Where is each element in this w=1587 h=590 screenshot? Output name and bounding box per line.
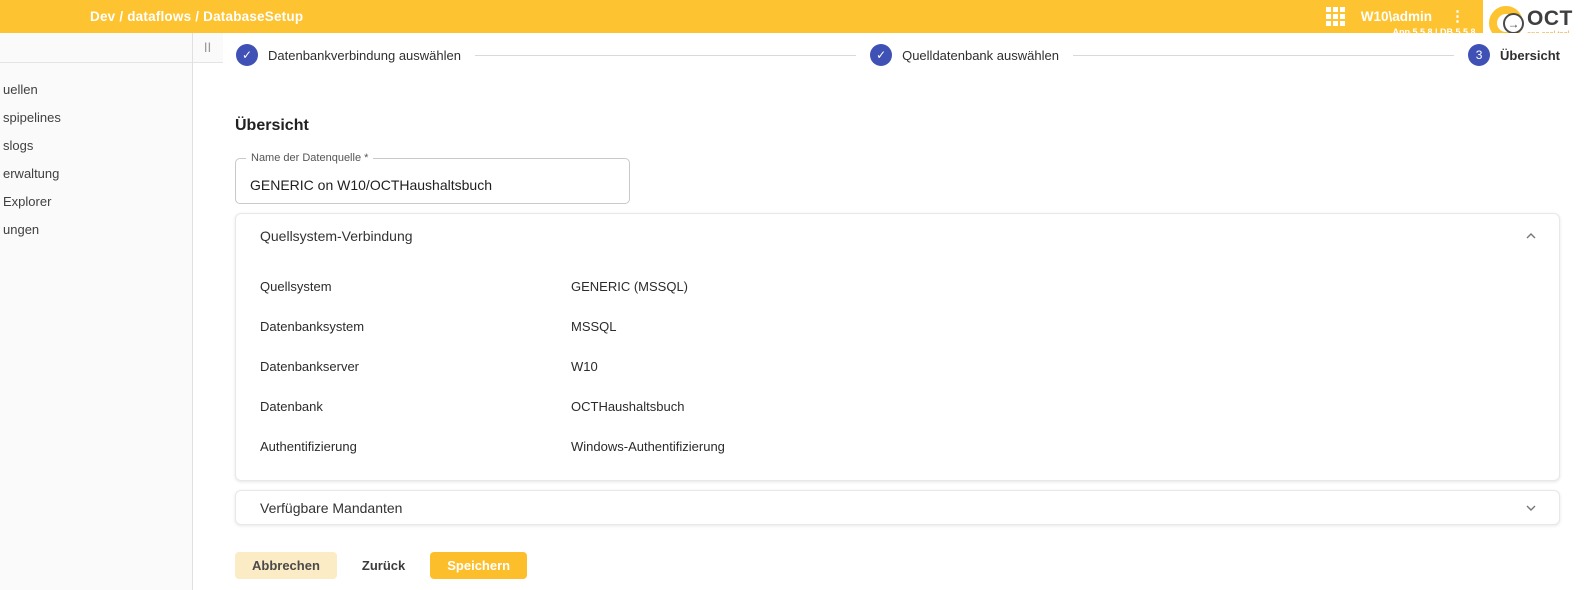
step-2-quelldatenbank[interactable]: ✓ Quelldatenbank auswählen <box>870 44 1059 66</box>
panel-mandanten-header[interactable]: Verfügbare Mandanten <box>236 491 1559 524</box>
detail-label: Datenbanksystem <box>260 319 571 334</box>
stepper-connector <box>475 55 856 56</box>
sidebar-item-einstellungen[interactable]: ungen <box>0 215 192 243</box>
action-buttons: Abbrechen Zurück Speichern <box>235 552 1560 579</box>
step-2-check-icon: ✓ <box>870 44 892 66</box>
datasource-name-input[interactable] <box>236 159 629 203</box>
arrow-right-icon: → <box>1503 13 1524 34</box>
page-title: Übersicht <box>235 117 1560 135</box>
top-bar: Dev / dataflows / DatabaseSetup W10\admi… <box>0 0 1587 33</box>
detail-value: OCTHaushaltsbuch <box>571 399 1535 414</box>
sidebar-item-explorer[interactable]: Explorer <box>0 187 192 215</box>
chevron-down-icon[interactable] <box>1525 502 1537 514</box>
apps-grid-icon[interactable] <box>1326 7 1345 26</box>
step-1-check-icon: ✓ <box>236 44 258 66</box>
panel-mandanten-title: Verfügbare Mandanten <box>260 500 402 516</box>
step-3-label: Übersicht <box>1500 48 1560 63</box>
detail-label: Quellsystem <box>260 279 571 294</box>
detail-label: Datenbankserver <box>260 359 571 374</box>
step-1-datenbankverbindung[interactable]: ✓ Datenbankverbindung auswählen <box>236 44 461 66</box>
sidebar-item-quellen[interactable]: uellen <box>0 75 192 103</box>
sidebar: || uellen spipelines slogs erwaltung Exp… <box>0 33 193 590</box>
detail-label: Datenbank <box>260 399 571 414</box>
detail-row: Quellsystem GENERIC (MSSQL) <box>260 266 1535 306</box>
detail-row: Datenbankserver W10 <box>260 346 1535 386</box>
panel-verfuegbare-mandanten: Verfügbare Mandanten <box>235 490 1560 525</box>
panel-quellsystem-verbindung: Quellsystem-Verbindung Quellsystem GENER… <box>235 213 1560 481</box>
datasource-name-field: Name der Datenquelle * <box>235 158 630 204</box>
back-button[interactable]: Zurück <box>354 552 413 579</box>
sidebar-item-pipelines[interactable]: spipelines <box>0 103 192 131</box>
detail-row: Datenbanksystem MSSQL <box>260 306 1535 346</box>
resize-handle-icon: || <box>204 42 212 53</box>
detail-value: GENERIC (MSSQL) <box>571 279 1535 294</box>
breadcrumb[interactable]: Dev / dataflows / DatabaseSetup <box>90 9 303 24</box>
sidebar-item-verwaltung[interactable]: erwaltung <box>0 159 192 187</box>
panel-quellsystem-body: Quellsystem GENERIC (MSSQL) Datenbanksys… <box>236 258 1559 480</box>
chevron-up-icon[interactable] <box>1525 230 1537 242</box>
detail-row: Datenbank OCTHaushaltsbuch <box>260 386 1535 426</box>
save-button[interactable]: Speichern <box>430 552 527 579</box>
cancel-button[interactable]: Abbrechen <box>235 552 337 579</box>
panel-quellsystem-title: Quellsystem-Verbindung <box>260 228 413 244</box>
sidebar-item-logs[interactable]: slogs <box>0 131 192 159</box>
sidebar-resize-handle[interactable]: || <box>193 33 224 63</box>
detail-value: Windows-Authentifizierung <box>571 439 1535 454</box>
detail-value: W10 <box>571 359 1535 374</box>
detail-value: MSSQL <box>571 319 1535 334</box>
logo-text: OCT <box>1527 8 1573 29</box>
detail-label: Authentifizierung <box>260 439 571 454</box>
step-2-label: Quelldatenbank auswählen <box>902 48 1059 63</box>
sidebar-header <box>0 33 192 63</box>
stepper-connector <box>1073 55 1454 56</box>
main-content: Übersicht Name der Datenquelle * Quellsy… <box>224 77 1587 590</box>
step-1-label: Datenbankverbindung auswählen <box>268 48 461 63</box>
detail-row: Authentifizierung Windows-Authentifizier… <box>260 426 1535 466</box>
step-3-uebersicht[interactable]: 3 Übersicht <box>1468 44 1560 66</box>
wizard-stepper: ✓ Datenbankverbindung auswählen ✓ Quelld… <box>223 33 1587 77</box>
datasource-name-label: Name der Datenquelle * <box>246 152 373 164</box>
sidebar-menu: uellen spipelines slogs erwaltung Explor… <box>0 63 192 243</box>
panel-quellsystem-header[interactable]: Quellsystem-Verbindung <box>236 214 1559 258</box>
user-name[interactable]: W10\admin <box>1361 9 1432 24</box>
kebab-menu-icon[interactable]: ⋮ <box>1448 9 1467 24</box>
step-3-number: 3 <box>1468 44 1490 66</box>
